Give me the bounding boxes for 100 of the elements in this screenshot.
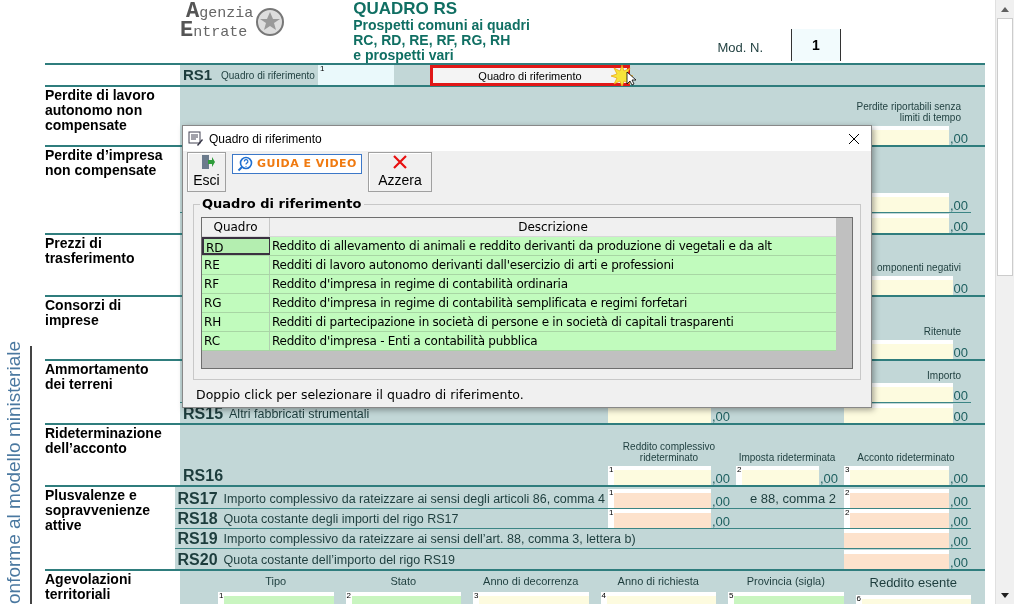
reset-button[interactable]: Azzera	[368, 152, 432, 192]
input-field[interactable]: 5	[728, 591, 844, 604]
amount-decimals: ,00	[818, 472, 838, 485]
input-field[interactable]: 1	[608, 489, 711, 508]
row-label: Importo complessivo da rateizzare ai sensi degli articoli 86, comma 4	[223, 491, 605, 508]
table-cell[interactable]: RG	[202, 294, 270, 312]
amount-decimals: ,00	[948, 220, 968, 233]
amount-decimals: ,00	[948, 199, 968, 212]
table-row[interactable]: RF Reddito d'impresa in regime di contabilità ordinaria	[202, 275, 836, 294]
row-code: RS17	[177, 490, 218, 508]
row-code: RS16	[183, 467, 224, 485]
close-x-icon	[392, 153, 408, 170]
field-number: 1	[608, 509, 615, 519]
amount-decimals: ,00	[948, 472, 968, 485]
table-cell[interactable]: RC	[202, 332, 270, 350]
input-field[interactable]	[844, 529, 949, 548]
field-number: 4	[600, 591, 607, 602]
amount-decimals: ,00	[948, 495, 968, 508]
up-arrow-icon	[1001, 6, 1009, 12]
table-row[interactable]: RD Reddito di allevamento di animali e reddito derivanti da produzione di vegetali e da alt	[202, 237, 836, 256]
vertical-scrollbar[interactable]	[995, 0, 1014, 604]
field-number: 2	[736, 466, 743, 476]
field-number: 1	[608, 489, 615, 499]
side-text: onforme al modello ministeriale	[3, 341, 25, 604]
row-code: RS18	[177, 510, 218, 528]
table-cell[interactable]: RH	[202, 313, 270, 331]
input-field[interactable]: 2	[844, 489, 949, 508]
input-field[interactable]: 1	[318, 65, 394, 85]
input-field[interactable]: 3	[473, 591, 589, 604]
field-number: 6	[855, 594, 862, 604]
table-cell-text: Redditi di partecipazione in società di persone e in società di capitali trasparenti	[271, 314, 735, 331]
table-cell-text: Redditi di lavoro autonomo derivanti dall'esercizio di arti e professioni	[271, 257, 675, 274]
field-number: 1	[608, 466, 615, 476]
column-header: Ritenute	[923, 326, 961, 337]
field-number: 3	[844, 466, 851, 476]
row-label: Quota costante dell’importo del rigo RS19	[223, 552, 455, 569]
input-field[interactable]: 6	[855, 594, 971, 604]
hint-text: Doppio click per selezionare il quadro di riferimento.	[196, 386, 524, 404]
row-label: e 88, comma 2	[749, 489, 836, 508]
form-subtitle: e prospetti vari	[353, 48, 454, 63]
table-row[interactable]: RH Redditi di partecipazione in società di persone e in società di capitali trasparenti	[202, 313, 836, 332]
help-magnifier-icon	[237, 156, 253, 172]
scroll-thumb[interactable]	[997, 18, 1013, 276]
logo-text: Agenzia	[186, 3, 254, 22]
table-cell-text: Reddito di allevamento di animali e reddito derivanti da produzione di vegetali e da alt	[271, 238, 773, 255]
table-row[interactable]: RG Reddito d'impresa in regime di contabilità semplificata e regimi forfetari	[202, 294, 836, 313]
amount-decimals: 00	[952, 282, 968, 295]
amount-decimals: ,00	[948, 535, 968, 548]
form-pencil-icon	[188, 130, 204, 147]
mod-label: Mod. N.	[717, 38, 763, 57]
input-field[interactable]: 2	[345, 591, 461, 604]
row-code: RS1	[183, 64, 214, 85]
field-number: 3	[473, 591, 480, 602]
amount-decimals: ,00	[948, 132, 968, 145]
column-header: omponenti negativi	[877, 262, 961, 273]
form-title: QUADRO RS	[353, 0, 459, 18]
table-cell[interactable]: RE	[202, 256, 270, 274]
section-title: Plusvalenze e sopravvenienze attive	[45, 488, 152, 533]
column-header: Descrizione	[517, 219, 589, 236]
column-header: Stato	[390, 574, 417, 589]
amount-decimals: ,00	[948, 515, 968, 528]
input-field[interactable]: 4	[600, 591, 716, 604]
row-code: RS19	[177, 530, 218, 548]
section-title: Perdite d’impresa non compensate	[45, 148, 164, 178]
column-header: Anno di decorrenza	[483, 574, 579, 589]
input-field[interactable]: 3	[844, 466, 949, 485]
amount-decimals: ,00	[710, 495, 730, 508]
input-field[interactable]: 2	[844, 509, 949, 528]
input-field[interactable]: 1	[218, 591, 334, 604]
column-header: Quadro	[202, 218, 270, 236]
section-title: Agevolazioni territoriali	[45, 572, 133, 602]
row-label: Quota costante degli importi del rigo RS17	[223, 511, 459, 528]
table-row[interactable]: RE Redditi di lavoro autonomo derivanti dall'esercizio di arti e professioni	[202, 256, 836, 275]
section-title: Rideterminazione dell’acconto	[45, 426, 163, 456]
table-cell-text: Reddito d'impresa in regime di contabilità semplificata e regimi forfetari	[271, 295, 689, 312]
table-cell[interactable]: RD	[202, 237, 270, 255]
field-number: 2	[844, 509, 851, 519]
amount-decimals: 00	[952, 410, 968, 423]
column-header: Provincia (sigla)	[746, 574, 825, 589]
table-row[interactable]: RC Reddito d'impresa - Enti a contabilità pubblica	[202, 332, 836, 351]
table-cell[interactable]: RF	[202, 275, 270, 293]
table-cell-text: Reddito d'impresa in regime di contabilità ordinaria	[271, 276, 569, 293]
section-title: Consorzi di imprese	[45, 298, 123, 328]
input-field[interactable]	[844, 404, 953, 423]
input-field[interactable]	[844, 550, 949, 569]
input-field[interactable]: 1	[608, 509, 711, 528]
exit-button[interactable]: Esci	[187, 152, 226, 192]
field-number: 1	[218, 591, 225, 602]
mod-number-field[interactable]: 1	[791, 29, 841, 61]
column-header: Acconto rideterminato	[857, 452, 955, 463]
input-field[interactable]: 1	[608, 466, 711, 485]
field-number: 2	[345, 591, 352, 602]
amount-decimals: ,00	[710, 410, 730, 423]
form-subtitle: RC, RD, RE, RF, RG, RH	[353, 33, 511, 48]
input-field[interactable]: 2	[736, 466, 819, 485]
table-cell-text: Reddito d'impresa - Enti a contabilità pubblica	[271, 333, 539, 350]
down-arrow-icon	[1001, 592, 1009, 598]
column-header: Imposta rideterminata	[738, 452, 836, 463]
field-number: 1	[319, 65, 325, 75]
amount-decimals: 00	[952, 389, 968, 402]
